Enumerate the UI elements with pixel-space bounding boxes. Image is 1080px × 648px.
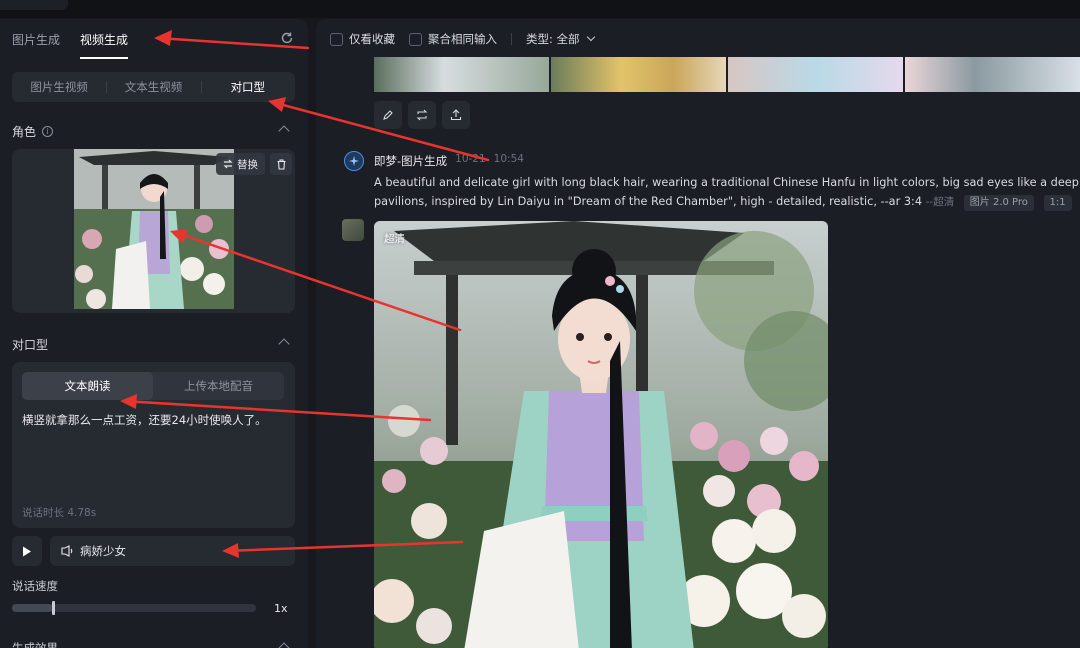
arrowhead	[154, 30, 172, 46]
annotation-arrow	[224, 540, 464, 553]
annotation-arrows	[120, 30, 490, 558]
arrowhead	[268, 97, 286, 112]
arrowhead	[120, 394, 137, 409]
annotation-arrow	[122, 399, 432, 422]
annotation-arrow	[172, 230, 462, 332]
arrowhead	[222, 543, 239, 558]
annotation-arrow	[156, 36, 310, 50]
annotation-arrow	[270, 100, 490, 162]
arrowhead	[170, 229, 188, 244]
